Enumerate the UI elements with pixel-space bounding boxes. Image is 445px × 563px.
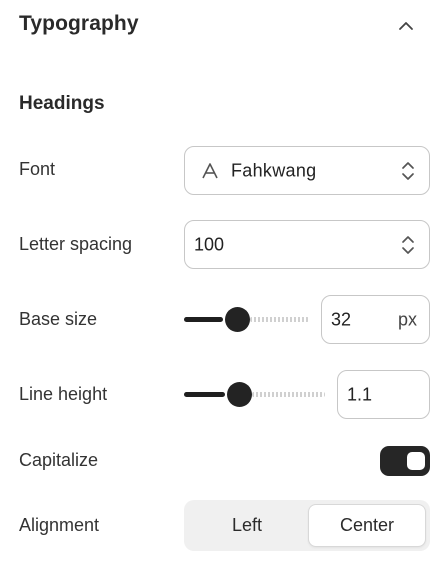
- capitalize-toggle[interactable]: [380, 446, 430, 476]
- slider-fill: [184, 317, 223, 322]
- section-title: Typography: [19, 12, 139, 35]
- font-type-icon: [202, 162, 218, 178]
- toggle-knob: [407, 452, 425, 470]
- letter-spacing-value: 100: [194, 234, 225, 254]
- base-size-input[interactable]: 32 px: [321, 295, 430, 344]
- line-height-value: 1.1: [347, 384, 373, 404]
- font-value: Fahkwang: [231, 160, 317, 180]
- base-size-value: 32: [331, 309, 352, 329]
- collapse-section-button[interactable]: [394, 16, 418, 36]
- line-height-label: Line height: [19, 384, 108, 404]
- chevron-up-down-icon: [402, 161, 414, 180]
- slider-thumb[interactable]: [224, 307, 250, 332]
- slider-thumb[interactable]: [226, 382, 252, 407]
- font-select[interactable]: Fahkwang: [184, 146, 430, 195]
- base-size-unit: px: [397, 309, 417, 329]
- font-label: Font: [19, 159, 56, 179]
- chevron-up-down-icon[interactable]: [401, 234, 415, 256]
- alignment-option-center[interactable]: Center: [308, 504, 426, 547]
- base-size-label: Base size: [19, 309, 98, 329]
- slider-fill: [184, 392, 225, 397]
- capitalize-label: Capitalize: [19, 450, 99, 470]
- headings-subheading: Headings: [19, 93, 105, 114]
- slider-track: [251, 392, 325, 397]
- alignment-option-left[interactable]: Left: [188, 504, 306, 547]
- line-height-slider[interactable]: [184, 382, 325, 407]
- chevron-up-icon: [399, 22, 413, 30]
- letter-spacing-label: Letter spacing: [19, 234, 133, 254]
- slider-track: [249, 317, 309, 322]
- line-height-input[interactable]: 1.1: [337, 370, 430, 419]
- alignment-label: Alignment: [19, 515, 100, 535]
- typography-section-header: Typography: [0, 0, 445, 60]
- base-size-slider[interactable]: [184, 307, 309, 332]
- alignment-segmented-control: Left Center: [184, 500, 430, 551]
- letter-spacing-input[interactable]: 100: [184, 220, 430, 269]
